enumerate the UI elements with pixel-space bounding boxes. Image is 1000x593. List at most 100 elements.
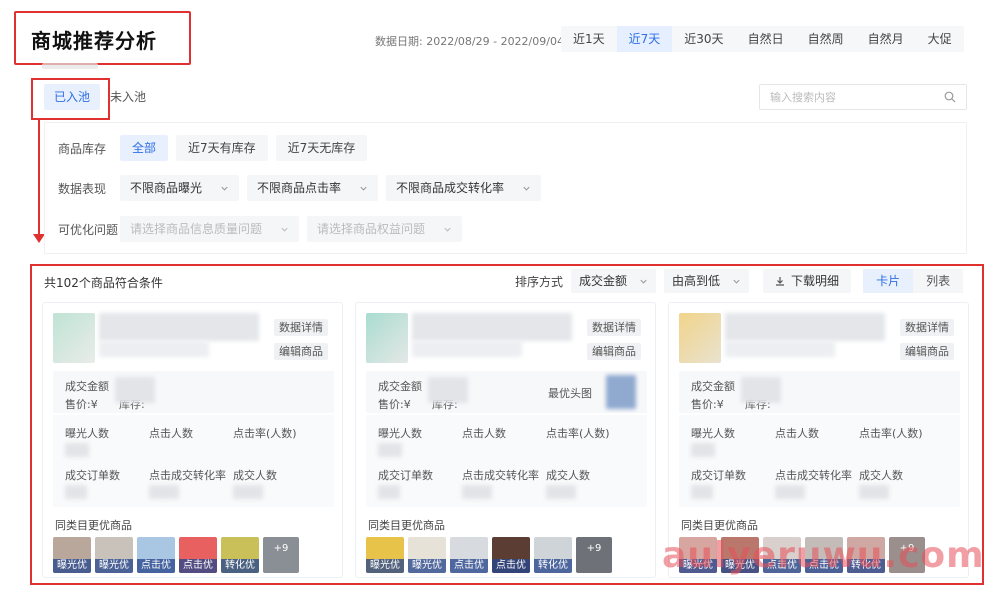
tab-in-pool[interactable]: 已入池	[44, 84, 101, 110]
card-summary: 成交金额 售价:¥ 库存:	[53, 371, 334, 413]
edit-product-button[interactable]: 编辑商品	[587, 343, 641, 360]
price-label: 售价:¥	[65, 398, 98, 411]
stock-chip-all[interactable]: 全部	[120, 135, 169, 161]
tab-not-in-pool[interactable]: 未入池	[100, 84, 156, 110]
stock-chip-no-stock[interactable]: 近7天无库存	[275, 135, 368, 161]
similar-product-thumb[interactable]: 曝光优	[95, 537, 133, 573]
best-image-label: 最优头图	[548, 387, 592, 400]
search-box	[759, 84, 967, 110]
product-subname-blurred	[412, 341, 522, 357]
filter-label-performance: 数据表现	[58, 181, 107, 196]
chevron-down-icon	[221, 186, 228, 191]
product-subname-blurred	[99, 341, 209, 357]
tag-click: 点击优	[450, 559, 488, 573]
filter-label-stock: 商品库存	[58, 141, 107, 156]
metric-value-blurred	[691, 443, 715, 457]
similar-product-thumb[interactable]: 曝光优	[366, 537, 404, 573]
sort-order-select[interactable]: 由高到低	[664, 269, 750, 293]
product-card[interactable]: 数据详情 编辑商品 成交金额 售价:¥ 库存: 曝光人数 点击人数 点击率(人数…	[42, 302, 343, 578]
metric-exposure: 曝光人数	[378, 427, 422, 440]
similar-product-thumb[interactable]: 转化优	[221, 537, 259, 573]
range-tab-natural-month[interactable]: 自然月	[856, 26, 916, 52]
ctr-select[interactable]: 不限商品点击率	[247, 175, 379, 201]
date-range-label: 数据日期: 2022/08/29 - 2022/09/04	[375, 35, 564, 48]
tag-exposure: 曝光优	[366, 559, 404, 573]
deal-amount-blurred	[115, 377, 155, 403]
similar-product-thumb[interactable]: 转化优	[534, 537, 572, 573]
similar-product-thumb[interactable]: 点击优	[137, 537, 175, 573]
sort-field-value: 成交金额	[579, 274, 628, 288]
view-card-button[interactable]: 卡片	[863, 269, 914, 293]
metric-exposure: 曝光人数	[691, 427, 735, 440]
conversion-select[interactable]: 不限商品成交转化率	[386, 175, 542, 201]
metric-exposure: 曝光人数	[65, 427, 109, 440]
tag-click: 点击优	[492, 559, 530, 573]
deal-amount-label: 成交金额	[65, 380, 109, 393]
rights-issue-select[interactable]: 请选择商品权益问题	[307, 216, 463, 242]
data-detail-button[interactable]: 数据详情	[274, 319, 328, 336]
more-products-badge[interactable]: +9	[263, 537, 299, 573]
similar-product-thumb[interactable]: 曝光优	[408, 537, 446, 573]
search-input[interactable]	[770, 90, 944, 104]
product-thumbnail	[679, 313, 721, 363]
price-label: 售价:¥	[691, 398, 724, 411]
similar-product-thumb[interactable]: 点击优	[179, 537, 217, 573]
similar-product-thumb[interactable]: 点击优	[492, 537, 530, 573]
results-count: 共102个商品符合条件	[44, 276, 163, 290]
card-metrics: 曝光人数 点击人数 点击率(人数) 成交订单数 点击成交转化率 成交人数	[366, 415, 647, 507]
metric-orders: 成交订单数	[65, 469, 120, 482]
data-detail-button[interactable]: 数据详情	[900, 319, 954, 336]
deal-amount-blurred	[741, 377, 781, 403]
page-title: 商城推荐分析	[31, 29, 157, 53]
range-tab-promotion[interactable]: 大促	[916, 26, 964, 52]
stock-chip-in-stock[interactable]: 近7天有库存	[176, 135, 268, 161]
range-tab-7d[interactable]: 近7天	[616, 26, 673, 52]
data-detail-button[interactable]: 数据详情	[587, 319, 641, 336]
range-tab-1d[interactable]: 近1天	[561, 26, 617, 52]
similar-products-title: 同类目更优商品	[368, 519, 445, 532]
filter-row-optimizable: 可优化问题 请选择商品信息质量问题 请选择商品权益问题	[58, 216, 470, 242]
metric-buyers: 成交人数	[546, 469, 590, 482]
download-button[interactable]: 下载明细	[763, 269, 852, 293]
quality-issue-select[interactable]: 请选择商品信息质量问题	[120, 216, 300, 242]
more-products-badge[interactable]: +9	[576, 537, 612, 573]
card-metrics: 曝光人数 点击人数 点击率(人数) 成交订单数 点击成交转化率 成交人数	[679, 415, 960, 507]
download-label: 下载明细	[791, 274, 840, 288]
search-icon[interactable]	[944, 91, 956, 103]
exposure-select[interactable]: 不限商品曝光	[120, 175, 240, 201]
range-tab-30d[interactable]: 近30天	[672, 26, 735, 52]
view-list-button[interactable]: 列表	[913, 269, 964, 293]
tag-exposure: 曝光优	[53, 559, 91, 573]
tag-click: 点击优	[137, 559, 175, 573]
best-image-thumb[interactable]	[606, 375, 636, 409]
range-tab-natural-week[interactable]: 自然周	[796, 26, 856, 52]
view-toggle: 卡片 列表	[863, 269, 964, 293]
card-metrics: 曝光人数 点击人数 点击率(人数) 成交订单数 点击成交转化率 成交人数	[53, 415, 334, 507]
edit-product-button[interactable]: 编辑商品	[274, 343, 328, 360]
annotation-arrow-line	[38, 120, 40, 236]
similar-product-thumb[interactable]: 点击优	[450, 537, 488, 573]
similar-products-strip: 曝光优 曝光优 点击优 点击优 转化优 +9	[366, 537, 612, 573]
product-name-blurred	[725, 313, 885, 341]
range-tab-natural-day[interactable]: 自然日	[736, 26, 796, 52]
chevron-down-icon	[523, 186, 530, 191]
tag-conversion: 转化优	[534, 559, 572, 573]
tag-exposure: 曝光优	[408, 559, 446, 573]
card-summary: 成交金额 售价:¥ 库存:	[679, 371, 960, 413]
watermark: aulyeruwu.com	[662, 535, 985, 576]
metric-value-blurred	[691, 485, 713, 499]
metric-clicks: 点击人数	[462, 427, 506, 440]
product-card[interactable]: 数据详情 编辑商品 成交金额 售价:¥ 库存: 最优头图 曝光人数 点击人数 点…	[355, 302, 656, 578]
edit-product-button[interactable]: 编辑商品	[900, 343, 954, 360]
similar-product-thumb[interactable]: 曝光优	[53, 537, 91, 573]
metric-value-blurred	[65, 443, 89, 457]
date-range-tabs: 近1天 近7天 近30天 自然日 自然周 自然月 大促	[561, 26, 964, 52]
metric-value-blurred	[775, 485, 805, 499]
filter-row-performance: 数据表现 不限商品曝光 不限商品点击率 不限商品成交转化率	[58, 175, 549, 201]
sort-field-select[interactable]: 成交金额	[571, 269, 657, 293]
metric-buyers: 成交人数	[859, 469, 903, 482]
tag-click: 点击优	[179, 559, 217, 573]
metric-ctr: 点击率(人数)	[859, 427, 923, 440]
metric-clicks: 点击人数	[149, 427, 193, 440]
sort-order-value: 由高到低	[672, 274, 721, 288]
